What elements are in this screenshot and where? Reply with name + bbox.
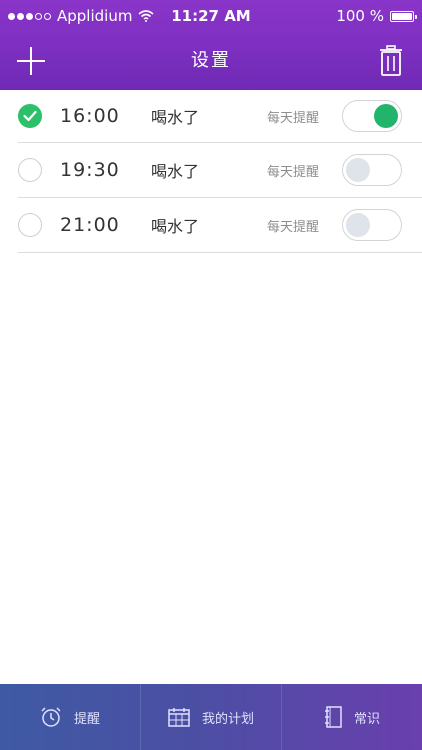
calendar-icon xyxy=(168,708,190,727)
reminder-time: 19:30 xyxy=(60,159,120,181)
reminder-toggle[interactable] xyxy=(342,154,402,186)
reminder-row[interactable]: 16:00 喝水了 每天提醒 xyxy=(18,90,422,143)
reminder-checkbox[interactable] xyxy=(18,213,42,237)
delete-button[interactable] xyxy=(376,44,406,78)
status-bar: Applidium 11:27 AM 100 % xyxy=(0,0,422,32)
reminder-row[interactable]: 21:00 喝水了 每天提醒 xyxy=(18,198,422,253)
reminder-toggle[interactable] xyxy=(342,100,402,132)
reminder-repeat: 每天提醒 xyxy=(267,164,320,180)
tab-label: 常识 xyxy=(353,711,380,727)
reminder-row[interactable]: 19:30 喝水了 每天提醒 xyxy=(18,143,422,198)
alarm-clock-icon xyxy=(41,707,61,727)
toggle-knob xyxy=(346,213,370,237)
reminder-checkbox[interactable] xyxy=(18,158,42,182)
notebook-icon xyxy=(324,706,342,728)
tab-label: 提醒 xyxy=(73,711,100,727)
tab-reminders[interactable]: 提醒 xyxy=(0,684,141,750)
reminder-time: 21:00 xyxy=(60,214,120,236)
reminder-checkbox[interactable] xyxy=(18,104,42,128)
tab-label: 我的计划 xyxy=(201,711,254,727)
toggle-knob xyxy=(374,104,398,128)
reminder-repeat: 每天提醒 xyxy=(267,219,320,235)
reminder-time: 16:00 xyxy=(60,105,120,127)
tab-bar: 提醒 我的计划 常识 xyxy=(0,684,422,750)
battery-icon xyxy=(390,10,417,22)
tab-my-plan[interactable]: 我的计划 xyxy=(141,684,282,750)
reminder-toggle[interactable] xyxy=(342,209,402,241)
reminder-list: 16:00 喝水了 每天提醒 19:30 喝水了 每天提醒 21:00 喝水了 … xyxy=(18,90,422,253)
battery-percent: 100 % xyxy=(336,7,384,25)
checkmark-icon xyxy=(23,110,37,122)
reminder-label: 喝水了 xyxy=(151,217,200,236)
trash-icon xyxy=(380,45,402,76)
battery-status: 100 % xyxy=(336,7,417,25)
tab-knowledge[interactable]: 常识 xyxy=(282,684,422,750)
reminder-label: 喝水了 xyxy=(151,108,200,127)
page-title: 设置 xyxy=(191,50,231,71)
nav-header: Applidium 11:27 AM 100 % 设置 xyxy=(0,0,422,90)
toggle-knob xyxy=(346,158,370,182)
reminder-repeat: 每天提醒 xyxy=(267,110,320,126)
reminder-label: 喝水了 xyxy=(151,162,200,181)
